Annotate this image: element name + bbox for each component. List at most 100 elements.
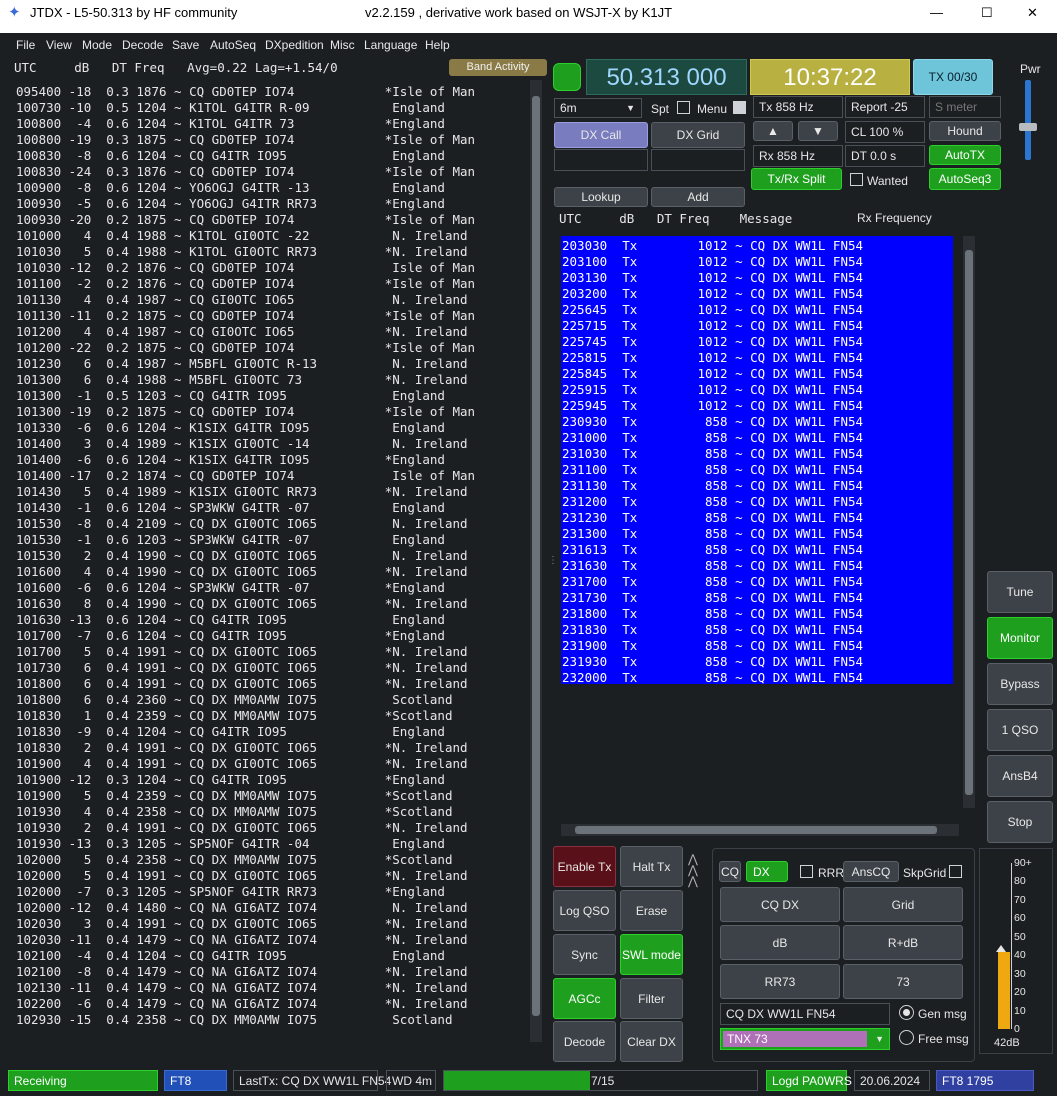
rx-frequency-row[interactable]: 225845 Tx 1012 ~ CQ DX WW1L FN54 bbox=[562, 366, 863, 382]
lookup-button[interactable]: Lookup bbox=[554, 187, 648, 207]
rx-frequency-row[interactable]: 231613 Tx 858 ~ CQ DX WW1L FN54 bbox=[562, 542, 863, 558]
r-db-button[interactable]: R+dB bbox=[843, 925, 963, 960]
tx-frequency-spinbox[interactable]: Tx 858 Hz bbox=[753, 96, 843, 118]
dx-call-button[interactable]: DX Call bbox=[554, 122, 648, 148]
rx-frequency-row[interactable]: 231100 Tx 858 ~ CQ DX WW1L FN54 bbox=[562, 462, 863, 478]
band-activity-row[interactable]: 101000 4 0.4 1988 ~ K1TOL GI0OTC -22 N. … bbox=[16, 228, 468, 244]
band-activity-row[interactable]: 101430 5 0.4 1989 ~ K1SIX GI0OTC RR73 *N… bbox=[16, 484, 468, 500]
free-msg-radio[interactable] bbox=[899, 1030, 914, 1045]
filter-button[interactable]: Filter bbox=[620, 978, 683, 1019]
hound-button[interactable]: Hound bbox=[929, 121, 1001, 141]
skpgrid-checkbox[interactable] bbox=[949, 865, 962, 878]
band-activity-row[interactable]: 102100 -8 0.4 1479 ~ CQ NA GI6ATZ IO74 *… bbox=[16, 964, 468, 980]
dx-call-input[interactable] bbox=[554, 149, 648, 171]
band-activity-row[interactable]: 101130 -11 0.2 1875 ~ CQ GD0TEP IO74 *Is… bbox=[16, 308, 475, 324]
menu-mode[interactable]: Mode bbox=[82, 38, 112, 52]
rx-frequency-row[interactable]: 203100 Tx 1012 ~ CQ DX WW1L FN54 bbox=[562, 254, 863, 270]
band-activity-row[interactable]: 101300 6 0.4 1988 ~ M5BFL GI0OTC 73 *N. … bbox=[16, 372, 468, 388]
band-activity-scrollbar[interactable] bbox=[530, 80, 542, 1042]
band-activity-row[interactable]: 101600 -6 0.6 1204 ~ SP3WKW G4ITR -07 *E… bbox=[16, 580, 445, 596]
band-activity-row[interactable]: 101530 -1 0.6 1203 ~ SP3WKW G4ITR -07 En… bbox=[16, 532, 445, 548]
band-activity-row[interactable]: 102000 -7 0.3 1205 ~ SP5NOF G4ITR RR73 *… bbox=[16, 884, 445, 900]
band-activity-row[interactable]: 102000 5 0.4 1991 ~ CQ DX GI0OTC IO65 *N… bbox=[16, 868, 468, 884]
band-activity-row[interactable]: 101800 6 0.4 2360 ~ CQ DX MM0AMW IO75 Sc… bbox=[16, 692, 453, 708]
rx-frequency-row[interactable]: 230930 Tx 858 ~ CQ DX WW1L FN54 bbox=[562, 414, 863, 430]
rx-frequency-row[interactable]: 231030 Tx 858 ~ CQ DX WW1L FN54 bbox=[562, 446, 863, 462]
band-activity-row[interactable]: 100800 -4 0.6 1204 ~ K1TOL G4ITR 73 *Eng… bbox=[16, 116, 445, 132]
band-activity-row[interactable]: 101130 4 0.4 1987 ~ CQ GI0OTC IO65 N. Ir… bbox=[16, 292, 468, 308]
monitor-button[interactable]: Monitor bbox=[987, 617, 1053, 659]
menu-autoseq[interactable]: AutoSeq bbox=[210, 38, 256, 52]
power-slider-track[interactable] bbox=[1025, 80, 1031, 160]
band-activity-row[interactable]: 095400 -18 0.3 1876 ~ CQ GD0TEP IO74 *Is… bbox=[16, 84, 475, 100]
band-activity-row[interactable]: 101100 -2 0.2 1876 ~ CQ GD0TEP IO74 *Isl… bbox=[16, 276, 475, 292]
band-activity-row[interactable]: 100730 -10 0.5 1204 ~ K1TOL G4ITR R-09 E… bbox=[16, 100, 445, 116]
band-activity-scroll-thumb[interactable] bbox=[532, 96, 540, 1016]
log-qso-button[interactable]: Log QSO bbox=[553, 890, 616, 931]
rx-frequency-scrollbar[interactable] bbox=[963, 236, 975, 808]
rx-frequency-row[interactable]: 203200 Tx 1012 ~ CQ DX WW1L FN54 bbox=[562, 286, 863, 302]
rx-frequency-row[interactable]: 225745 Tx 1012 ~ CQ DX WW1L FN54 bbox=[562, 334, 863, 350]
menu-dxpedition[interactable]: DXpedition bbox=[265, 38, 324, 52]
menu-misc[interactable]: Misc bbox=[330, 38, 355, 52]
halt-tx-button[interactable]: Halt Tx bbox=[620, 846, 683, 887]
band-activity-row[interactable]: 101300 -19 0.2 1875 ~ CQ GD0TEP IO74 *Is… bbox=[16, 404, 475, 420]
rx-frequency-row[interactable]: 231930 Tx 858 ~ CQ DX WW1L FN54 bbox=[562, 654, 863, 670]
ansb4-button[interactable]: AnsB4 bbox=[987, 755, 1053, 797]
rx-frequency-row[interactable]: 203030 Tx 1012 ~ CQ DX WW1L FN54 bbox=[562, 238, 863, 254]
menu-file[interactable]: File bbox=[16, 38, 35, 52]
tune-button[interactable]: Tune bbox=[987, 571, 1053, 613]
band-activity-row[interactable]: 100930 -5 0.6 1204 ~ YO6OGJ G4ITR RR73 *… bbox=[16, 196, 445, 212]
band-activity-row[interactable]: 102130 -11 0.4 1479 ~ CQ NA GI6ATZ IO74 … bbox=[16, 980, 468, 996]
maximize-button[interactable]: ☐ bbox=[981, 5, 993, 21]
band-activity-row[interactable]: 102000 5 0.4 2358 ~ CQ DX MM0AMW IO75 *S… bbox=[16, 852, 453, 868]
band-activity-row[interactable]: 102200 -6 0.4 1479 ~ CQ NA GI6ATZ IO74 *… bbox=[16, 996, 468, 1012]
band-activity-row[interactable]: 101330 -6 0.6 1204 ~ K1SIX G4ITR IO95 En… bbox=[16, 420, 445, 436]
rx-frequency-row[interactable]: 231200 Tx 858 ~ CQ DX WW1L FN54 bbox=[562, 494, 863, 510]
txrx-split-button[interactable]: Tx/Rx Split bbox=[751, 168, 842, 190]
rr73-button[interactable]: RR73 bbox=[720, 964, 840, 999]
band-activity-row[interactable]: 101400 -6 0.6 1204 ~ K1SIX G4ITR IO95 *E… bbox=[16, 452, 445, 468]
clear-dx-button[interactable]: Clear DX bbox=[620, 1021, 683, 1062]
menu-save[interactable]: Save bbox=[172, 38, 199, 52]
dt-spinbox[interactable]: DT 0.0 s bbox=[845, 145, 925, 167]
gen-msg-radio[interactable] bbox=[899, 1005, 914, 1020]
rx-frequency-row[interactable]: 232000 Tx 858 ~ CQ DX WW1L FN54 bbox=[562, 670, 863, 686]
menu-help[interactable]: Help bbox=[425, 38, 450, 52]
band-activity-row[interactable]: 100830 -24 0.3 1876 ~ CQ GD0TEP IO74 *Is… bbox=[16, 164, 475, 180]
band-activity-row[interactable]: 100930 -20 0.2 1875 ~ CQ GD0TEP IO74 *Is… bbox=[16, 212, 475, 228]
free-msg-select[interactable]: TNX 73 ▼ bbox=[720, 1028, 890, 1050]
band-activity-row[interactable]: 101900 5 0.4 2359 ~ CQ DX MM0AMW IO75 *S… bbox=[16, 788, 453, 804]
rx-frequency-row[interactable]: 231130 Tx 858 ~ CQ DX WW1L FN54 bbox=[562, 478, 863, 494]
freq-up-button[interactable]: ▲ bbox=[753, 121, 793, 141]
rx-frequency-row[interactable]: 231900 Tx 858 ~ CQ DX WW1L FN54 bbox=[562, 638, 863, 654]
band-activity-row[interactable]: 101700 -7 0.6 1204 ~ CQ G4ITR IO95 *Engl… bbox=[16, 628, 445, 644]
rx-frequency-row[interactable]: 225645 Tx 1012 ~ CQ DX WW1L FN54 bbox=[562, 302, 863, 318]
band-activity-row[interactable]: 100900 -8 0.6 1204 ~ YO6OGJ G4ITR -13 En… bbox=[16, 180, 445, 196]
agcc-button[interactable]: AGCc bbox=[553, 978, 616, 1019]
report-spinbox[interactable]: Report -25 bbox=[845, 96, 925, 118]
rx-horizontal-scrollbar[interactable] bbox=[561, 824, 959, 836]
decode-button[interactable]: Decode bbox=[553, 1021, 616, 1062]
band-activity-row[interactable]: 101530 2 0.4 1990 ~ CQ DX GI0OTC IO65 N.… bbox=[16, 548, 468, 564]
rx-frequency-row[interactable]: 231800 Tx 858 ~ CQ DX WW1L FN54 bbox=[562, 606, 863, 622]
rx-frequency-row[interactable]: 225945 Tx 1012 ~ CQ DX WW1L FN54 bbox=[562, 398, 863, 414]
spt-checkbox[interactable] bbox=[677, 101, 690, 114]
band-activity-row[interactable]: 102030 3 0.4 1991 ~ CQ DX GI0OTC IO65 *N… bbox=[16, 916, 468, 932]
rx-frequency-row[interactable]: 231230 Tx 858 ~ CQ DX WW1L FN54 bbox=[562, 510, 863, 526]
band-activity-row[interactable]: 101900 -12 0.3 1204 ~ CQ G4ITR IO95 *Eng… bbox=[16, 772, 445, 788]
dx-grid-input[interactable] bbox=[651, 149, 745, 171]
rx-hscroll-thumb[interactable] bbox=[575, 826, 937, 834]
band-activity-row[interactable]: 101830 2 0.4 1991 ~ CQ DX GI0OTC IO65 *N… bbox=[16, 740, 468, 756]
cq-button[interactable]: CQ bbox=[719, 861, 741, 882]
erase-button[interactable]: Erase bbox=[620, 890, 683, 931]
band-activity-row[interactable]: 100800 -19 0.3 1875 ~ CQ GD0TEP IO74 *Is… bbox=[16, 132, 475, 148]
band-activity-row[interactable]: 102030 -11 0.4 1479 ~ CQ NA GI6ATZ IO74 … bbox=[16, 932, 468, 948]
73-button[interactable]: 73 bbox=[843, 964, 963, 999]
band-select[interactable]: 6m ▼ bbox=[554, 98, 642, 118]
freq-down-button[interactable]: ▼ bbox=[798, 121, 838, 141]
band-activity-row[interactable]: 101930 4 0.4 2358 ~ CQ DX MM0AMW IO75 *S… bbox=[16, 804, 453, 820]
band-activity-row[interactable]: 101630 8 0.4 1990 ~ CQ DX GI0OTC IO65 *N… bbox=[16, 596, 468, 612]
band-activity-row[interactable]: 101400 -17 0.2 1874 ~ CQ GD0TEP IO74 Isl… bbox=[16, 468, 475, 484]
band-activity-row[interactable]: 101430 -1 0.6 1204 ~ SP3WKW G4ITR -07 En… bbox=[16, 500, 445, 516]
